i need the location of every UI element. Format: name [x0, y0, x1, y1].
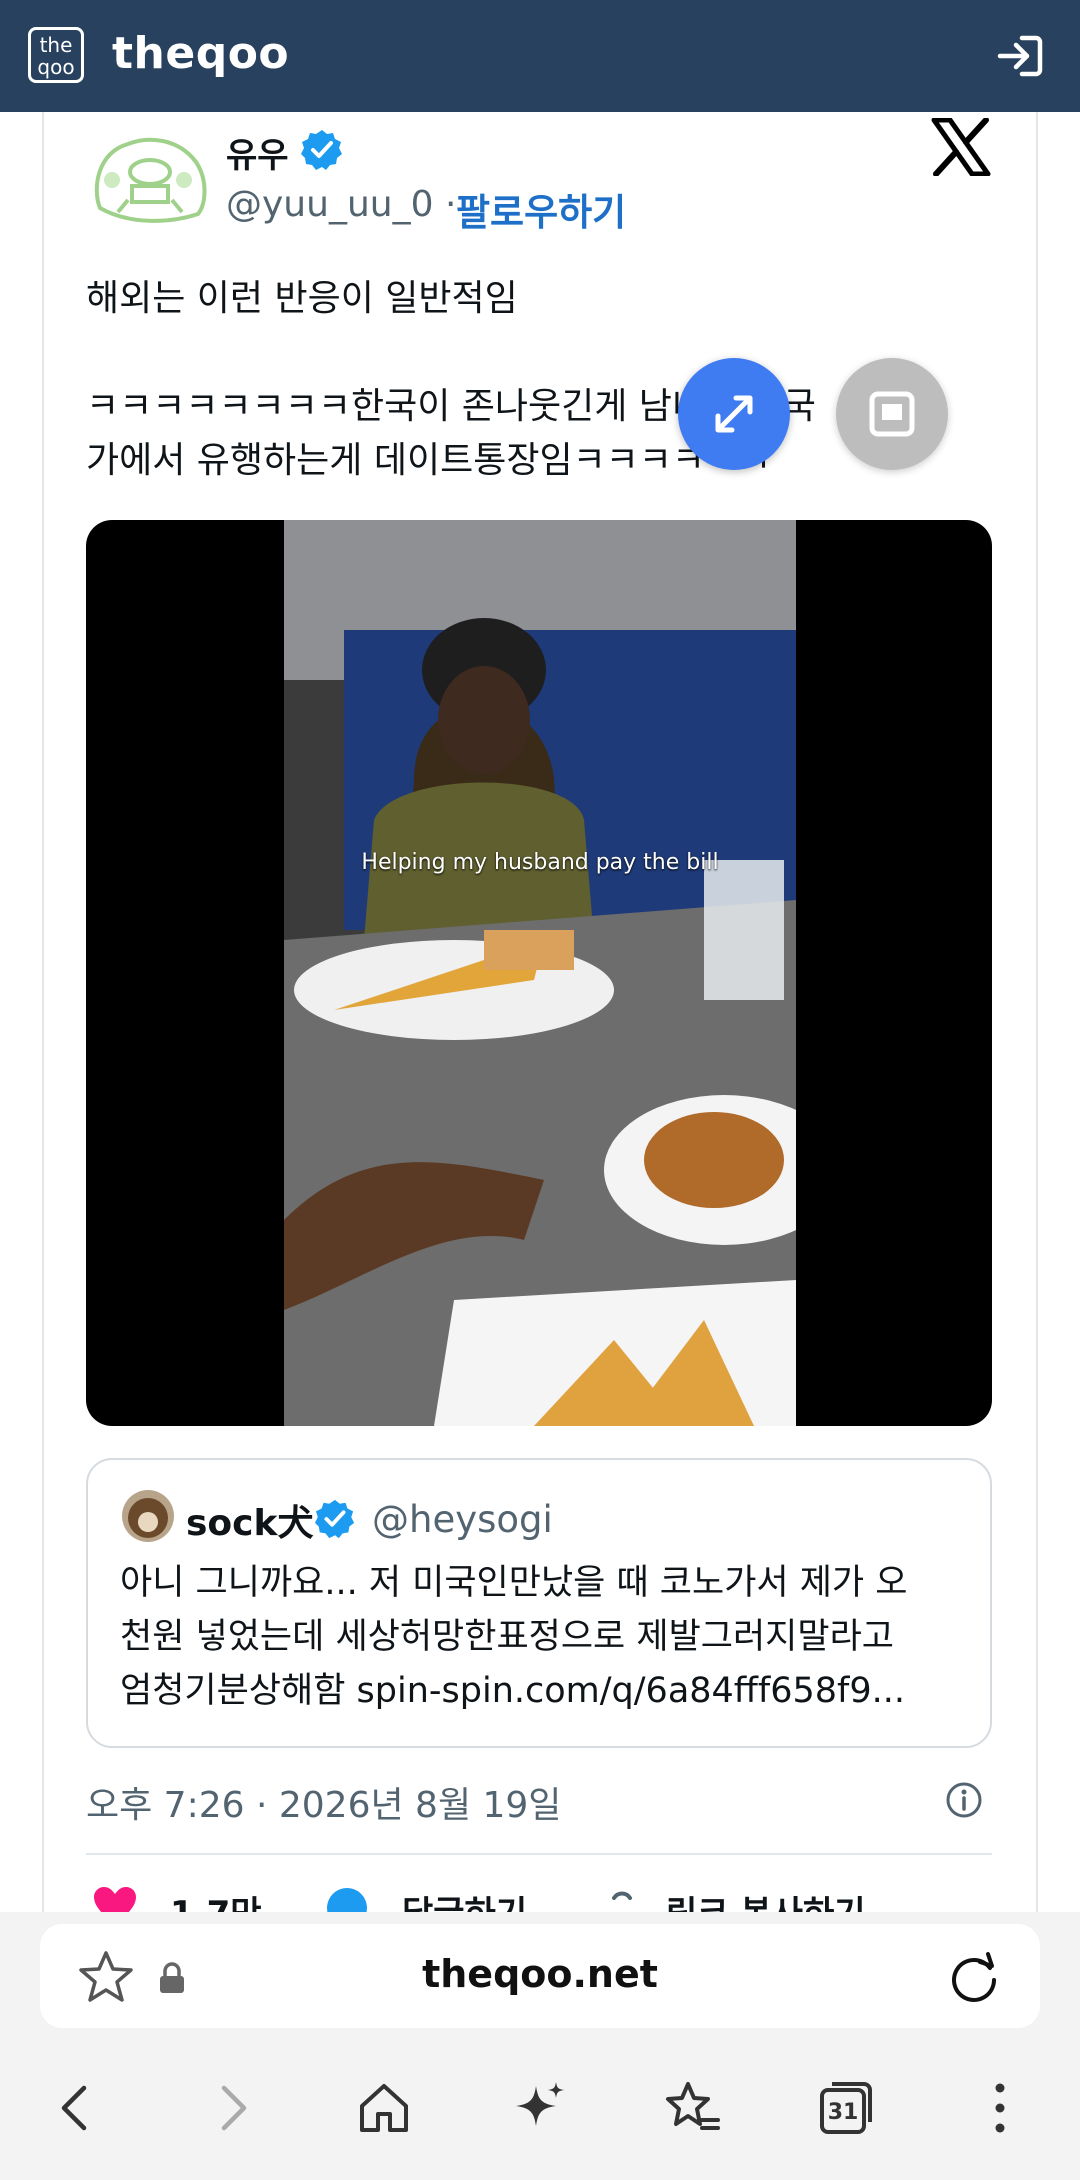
expand-arrows-icon [715, 395, 753, 433]
user-avatar[interactable] [88, 128, 212, 224]
pip-button[interactable] [836, 358, 948, 470]
logo-text: the qoo [37, 33, 75, 79]
handle-separator: · [444, 184, 457, 225]
url-text[interactable]: theqoo.net [40, 1952, 1040, 1996]
info-icon[interactable] [944, 1780, 984, 1820]
tweet-video[interactable]: Helping my husband pay the bill [86, 520, 992, 1426]
tabs-count: 31 [827, 2100, 859, 2125]
more-vert-icon[interactable] [970, 2078, 1030, 2138]
verified-badge-icon [301, 130, 342, 170]
back-arrow-icon[interactable] [46, 2078, 106, 2138]
theqoo-logo[interactable]: the qoo [28, 27, 84, 83]
quoted-user-avatar[interactable] [122, 1490, 174, 1542]
follow-button[interactable]: 팔로우하기 [456, 182, 626, 236]
reload-icon[interactable] [946, 1950, 1002, 2006]
address-bar[interactable]: theqoo.net [40, 1924, 1040, 2028]
browser-nav-bar: 31 [0, 2042, 1080, 2180]
verified-badge-icon [314, 1499, 355, 1539]
bookmarks-icon[interactable] [662, 2078, 722, 2138]
video-thumbnail [284, 520, 796, 1426]
quoted-tweet[interactable]: sock犬 @heysogi 아니 그니까요... 저 미국인만났을 때 코노가… [86, 1458, 992, 1748]
browser-address-area: theqoo.net [0, 1912, 1080, 2042]
x-logo-icon[interactable] [930, 118, 992, 176]
user-handle[interactable]: @yuu_uu_0 · [226, 184, 456, 225]
quoted-handle[interactable]: @heysogi [372, 1498, 553, 1541]
picture-in-picture-icon [869, 391, 915, 437]
tweet-timestamp[interactable]: 오후 7:26 · 2026년 8월 19일 [86, 1776, 561, 1828]
site-brand[interactable]: theqoo [112, 28, 289, 79]
sparkle-icon[interactable] [510, 2078, 570, 2138]
display-name[interactable]: 유우 [226, 128, 289, 177]
expand-button[interactable] [678, 358, 790, 470]
tabs-button[interactable]: 31 [816, 2078, 876, 2138]
quoted-display-name[interactable]: sock犬 [186, 1494, 313, 1546]
home-icon[interactable] [354, 2078, 414, 2138]
site-header: the qoo theqoo [0, 0, 1080, 112]
handle-text: @yuu_uu_0 [226, 184, 434, 225]
video-frame: Helping my husband pay the bill [284, 520, 796, 1426]
divider [86, 1853, 992, 1855]
forward-arrow-icon[interactable] [202, 2078, 262, 2138]
video-caption: Helping my husband pay the bill [361, 850, 719, 875]
quoted-text: 아니 그니까요... 저 미국인만났을 때 코노가서 제가 오 천원 넣었는데 … [120, 1563, 908, 1711]
login-arrow-icon[interactable] [996, 34, 1044, 78]
